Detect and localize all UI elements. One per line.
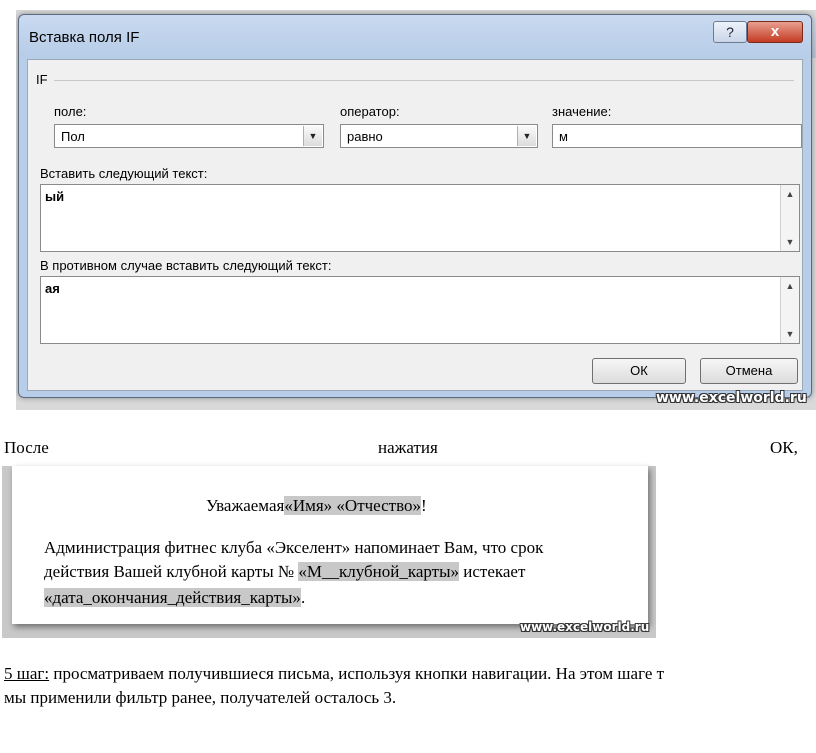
letter-screenshot: Уважаемая«Имя» «Отчество»! Администрация…: [2, 466, 656, 638]
letter-line-2: действия Вашей клубной карты № «М__клубн…: [44, 562, 525, 582]
line2-prefix: действия Вашей клубной карты №: [44, 562, 295, 581]
field-label: поле:: [54, 104, 87, 119]
operator-combobox[interactable]: равно ▼: [340, 124, 538, 148]
scrollbar[interactable]: ▲ ▼: [780, 277, 799, 343]
dialog-title: Вставка поля IF: [29, 29, 140, 46]
else-text-area[interactable]: ая ▲ ▼: [40, 276, 800, 344]
merge-field-name: «Имя» «Отчество»: [284, 496, 422, 515]
chevron-down-icon[interactable]: ▼: [517, 126, 536, 146]
step-line-2: мы применили фильтр ранее, получателей о…: [4, 688, 397, 707]
line2-suffix: истекает: [463, 562, 526, 581]
insert-text-area[interactable]: ый ▲ ▼: [40, 184, 800, 252]
value-label: значение:: [552, 104, 612, 119]
field-combobox[interactable]: Пол ▼: [54, 124, 324, 148]
operator-label: оператор:: [340, 104, 400, 119]
ok-button[interactable]: ОК: [592, 358, 686, 384]
value-input[interactable]: м: [552, 124, 802, 148]
scroll-up-icon[interactable]: ▲: [781, 281, 799, 291]
scrollbar[interactable]: ▲ ▼: [780, 185, 799, 251]
close-button[interactable]: x: [747, 21, 803, 43]
letter-line-3: «дата_окончания_действия_карты».: [44, 588, 305, 608]
dialog-screenshot: Вставка поля IF ? x IF поле: Пол ▼ опера…: [16, 10, 816, 410]
group-divider: [54, 80, 794, 81]
watermark: www.excelworld.ru: [656, 390, 807, 406]
scroll-down-icon[interactable]: ▼: [781, 237, 799, 247]
value-text: м: [559, 129, 568, 144]
after-word-3: ОК,: [770, 438, 798, 457]
letter-line-1: Администрация фитнес клуба «Экселент» на…: [44, 538, 544, 557]
greeting-suffix: !: [421, 496, 427, 515]
after-word-1: После: [4, 438, 49, 457]
insert-text-value: ый: [45, 189, 65, 204]
chevron-down-icon[interactable]: ▼: [303, 126, 322, 146]
step-line-1: 5 шаг: просматриваем получившиеся письма…: [4, 664, 664, 684]
insert-if-field-dialog: Вставка поля IF ? x IF поле: Пол ▼ опера…: [18, 14, 812, 398]
else-text-label: В противном случае вставить следующий те…: [40, 258, 332, 273]
if-group-label: IF: [36, 72, 48, 87]
else-text-value: ая: [45, 281, 60, 296]
greeting-prefix: Уважаемая: [206, 496, 285, 515]
scroll-down-icon[interactable]: ▼: [781, 329, 799, 339]
help-button[interactable]: ?: [713, 21, 747, 43]
watermark: www.excelworld.ru: [520, 620, 650, 634]
line3-suffix: .: [300, 588, 306, 607]
merge-field-date: «дата_окончания_действия_карты»: [44, 588, 301, 607]
step-line-1-text: просматриваем получившиеся письма, испол…: [49, 664, 665, 683]
letter-preview: Уважаемая«Имя» «Отчество»! Администрация…: [12, 466, 648, 624]
scroll-up-icon[interactable]: ▲: [781, 189, 799, 199]
after-word-2: нажатия: [378, 438, 438, 457]
step-label: 5 шаг:: [4, 664, 50, 683]
field-value: Пол: [61, 129, 85, 144]
merge-field-card: «М__клубной_карты»: [298, 562, 459, 581]
cancel-button[interactable]: Отмена: [700, 358, 798, 384]
insert-text-label: Вставить следующий текст:: [40, 166, 208, 181]
greeting: Уважаемая«Имя» «Отчество»!: [206, 496, 427, 516]
dialog-body: IF поле: Пол ▼ оператор: равно ▼ значени…: [27, 59, 803, 391]
operator-value: равно: [347, 129, 383, 144]
